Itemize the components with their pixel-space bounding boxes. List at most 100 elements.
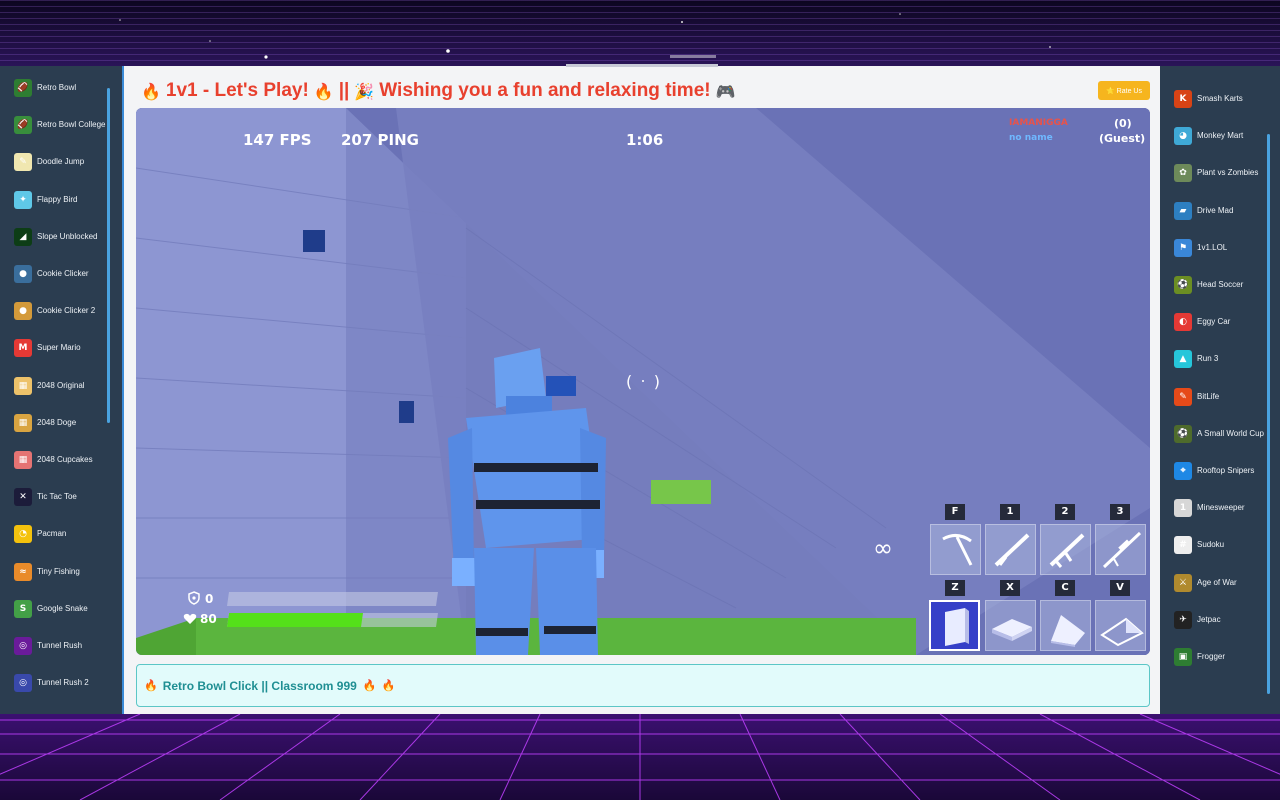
hotkey-label: 2 [1055,504,1075,520]
sidebar-item-retro-bowl[interactable]: 🏈 Retro Bowl [14,72,114,104]
plant-vs-zombies-icon: ✿ [1174,164,1192,183]
sidebar-item-monkey-mart[interactable]: ◕ Monkey Mart [1174,120,1274,152]
smash-karts-icon: K [1174,90,1192,108]
game-canvas[interactable]: 147 FPS 207 PING 1:06 IAMANIGGA no name … [136,108,1150,655]
sidebar-item-google-snake[interactable]: S Google Snake [14,593,114,625]
scrollbar[interactable] [1267,134,1270,694]
slope-icon: ◢ [14,227,32,246]
shotgun-icon [994,533,1030,567]
page-title: 🔥 1v1 - Let's Play! 🔥 || 🎉 Wishing you a… [136,78,741,104]
sidebar-item-tic-tac-toe[interactable]: ✕ Tic Tac Toe [14,481,114,513]
sidebar-item-super-mario[interactable]: M Super Mario [14,332,114,364]
sidebar-item-label: 2048 Cupcakes [37,455,93,464]
sidebar-item-tiny-fishing[interactable]: ≈ Tiny Fishing [14,556,114,588]
sidebar-item-retro-bowl-college[interactable]: 🏈 Retro Bowl College [14,109,114,141]
sniper-slot[interactable] [1095,524,1146,575]
sidebar-item-label: Cookie Clicker 2 [37,306,96,316]
sidebar-item-label: Age of War [1197,577,1237,587]
sidebar-item-2048[interactable]: ▦ 2048 Original [14,370,114,402]
health-bar-fill [227,613,363,627]
sidebar-item-label: Eggy Car [1197,317,1231,327]
shield-value: 0 [205,592,214,606]
info-bar-text: Retro Bowl Click || Classroom 999 [162,678,357,693]
sidebar-item-cookie-clicker-2[interactable]: ● Cookie Clicker 2 [14,295,114,327]
fire-icon: 🔥 [362,679,377,692]
sidebar-item-jetpac[interactable]: ✈ Jetpac [1174,604,1274,636]
sidebar-item-label: BitLife [1197,391,1220,401]
wall-build-slot[interactable] [929,600,980,651]
pyramid-icon [1100,617,1144,647]
rate-us-button[interactable]: ⭐ Rate Us [1098,81,1150,100]
sidebar-item-smash-karts[interactable]: K Smash Karts [1174,83,1274,115]
sidebar-item-label: Retro Bowl College [37,120,106,130]
sidebar-item-tunnel-rush-2[interactable]: ◎ Tunnel Rush 2 [14,667,114,699]
game-info-bar[interactable]: 🔥 Retro Bowl Click || Classroom 999 🔥 🔥 [136,664,1150,707]
sidebar-item-run-3[interactable]: ▲ Run 3 [1174,343,1274,375]
ping-counter: 207 PING [341,131,419,149]
monkey-mart-icon: ◕ [1174,127,1192,146]
2048-doge-icon: ▦ [14,413,32,432]
top-tab-indicator [566,64,718,67]
google-snake-icon: S [14,599,32,618]
ammo-infinity: ∞ [873,534,893,562]
sidebar-item-eggy-car[interactable]: ◐ Eggy Car [1174,306,1274,338]
1v1-lol-icon: ⚑ [1174,238,1192,257]
sidebar-item-label: Tic Tac Toe [37,492,77,502]
sidebar-item-label: Slope Unblocked [37,231,98,241]
tunnel-rush-icon: ◎ [14,637,32,655]
sidebar-item-small-world-cup[interactable]: ⚽ A Small World Cup [1174,418,1274,450]
pyramid-build-slot[interactable] [1095,600,1146,651]
sidebar-item-1v1-lol[interactable]: ⚑ 1v1.LOL [1174,232,1274,264]
sidebar-item-pacman[interactable]: ◔ Pacman [14,518,114,550]
bitlife-icon: ✎ [1174,387,1192,406]
floor-build-slot[interactable] [985,600,1036,651]
sidebar-item-label: Pacman [37,529,67,539]
sidebar-item-frogger[interactable]: ▣ Frogger [1174,641,1274,673]
sidebar-item-tunnel-rush[interactable]: ◎ Tunnel Rush [14,630,114,662]
sidebar-item-minesweeper[interactable]: 1 Minesweeper [1174,492,1274,524]
retro-bowl-icon: 🏈 [14,79,32,97]
assault-rifle-slot[interactable] [1040,524,1091,575]
eggy-car-icon: ◐ [1174,313,1192,332]
shotgun-slot[interactable] [985,524,1036,575]
fps-counter: 147 FPS [243,131,312,149]
sidebar-item-doodle-jump[interactable]: ✎ Doodle Jump [14,146,114,178]
hotkey-label: Z [945,580,965,596]
sidebar-item-head-soccer[interactable]: ⚽ Head Soccer [1174,269,1274,301]
sidebar-item-cookie-clicker[interactable]: ● Cookie Clicker [14,258,114,290]
scrollbar[interactable] [107,88,110,423]
sidebar-item-rooftop-snipers[interactable]: ⌖ Rooftop Snipers [1174,455,1274,487]
shield-bar [227,592,438,606]
2048-cupcakes-icon: ▦ [14,451,32,469]
sidebar-item-flappy-bird[interactable]: ✦ Flappy Bird [14,184,114,216]
shield-icon [188,591,200,605]
sniper-rifle-icon [1102,531,1142,569]
game-title: 1v1 - Let's Play! [165,80,309,101]
sidebar-item-label: Minesweeper [1197,503,1245,513]
sidebar-item-slope[interactable]: ◢ Slope Unblocked [14,221,114,253]
super-mario-icon: M [14,339,32,358]
sidebar-item-bitlife[interactable]: ✎ BitLife [1174,381,1274,413]
fire-icon: 🔥 [141,81,161,101]
sidebar-item-plant-vs-zombies[interactable]: ✿ Plant vs Zombies [1174,157,1274,189]
title-separator: || [338,80,350,101]
health-value: 80 [200,612,217,626]
ramp-build-slot[interactable] [1040,600,1091,651]
sidebar-item-drive-mad[interactable]: ▰ Drive Mad [1174,195,1274,227]
sidebar-item-sudoku[interactable]: # Sudoku [1174,529,1274,561]
cookie-clicker-icon: ● [14,265,32,283]
sidebar-item-2048-doge[interactable]: ▦ 2048 Doge [14,407,114,439]
age-of-war-icon: ⚔ [1174,573,1192,592]
sudoku-icon: # [1174,536,1192,555]
party-icon: 🎉 [354,81,375,101]
title-tagline: Wishing you a fun and relaxing time! [379,80,711,101]
sidebar-item-label: 2048 Doge [37,417,77,427]
tunnel-rush-2-icon: ◎ [14,674,32,693]
score-value: (0) [1114,117,1132,130]
pacman-icon: ◔ [14,525,32,544]
sidebar-item-2048-cupcakes[interactable]: ▦ 2048 Cupcakes [14,444,114,476]
pickaxe-slot[interactable] [930,524,981,575]
small-world-cup-icon: ⚽ [1174,424,1192,443]
hotkey-label: X [1000,580,1020,596]
sidebar-item-age-of-war[interactable]: ⚔ Age of War [1174,567,1274,599]
